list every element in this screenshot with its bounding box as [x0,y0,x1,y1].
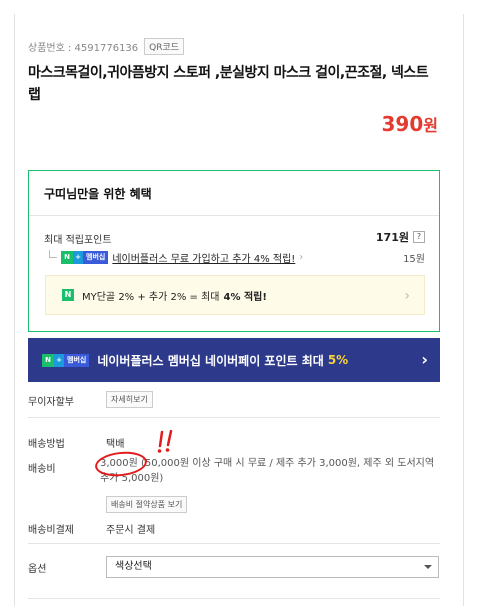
divider [28,598,440,599]
tree-elbow-icon [49,250,57,258]
help-icon[interactable]: ? [413,231,425,243]
shipping-fee-detail: 3,000원 (50,000원 이상 구매 시 무료 / 제주 추가 3,000… [100,458,435,484]
product-number: 상품번호 : 4591776136 [28,43,139,54]
price-unit: 원 [423,116,438,135]
naver-plus-membership-badge: N + 멤버십 [42,353,90,367]
shipping-method-value: 택배 [106,439,125,450]
divider [29,215,439,216]
option-select-value: 색상선택 [115,561,152,572]
installment-label: 무이자할부 [28,397,74,408]
naver-plus-row[interactable]: N + 멤버십 네이버플러스 무료 가입하고 추가 4% 적립! › 15원 [49,249,425,265]
chevron-right-icon: › [421,350,428,369]
shipping-method-label: 배송방법 [28,439,65,450]
naver-plus-points: 15원 [403,253,425,265]
plus-icon: + [54,353,64,367]
shipping-payment-label: 배송비결제 [28,525,74,536]
product-number-row: 상품번호 : 4591776136 QR코드 [28,38,185,55]
divider [28,417,440,418]
chevron-down-icon [424,565,432,569]
shipping-saving-products-button[interactable]: 배송비 절약상품 보기 [106,496,188,513]
my-regular-bold: 4% 적립! [223,291,267,303]
benefit-box: 구띠님만을 위한 혜택 최대 적립포인트 171원 ? N + 멤버십 네이버플… [28,170,440,332]
naver-plus-signup-link[interactable]: 네이버플러스 무료 가입하고 추가 4% 적립! [112,250,295,265]
banner-accent: 5% [327,353,349,367]
naver-n-icon: N [62,289,74,301]
option-label: 옵션 [28,564,47,575]
qr-code-button[interactable]: QR코드 [144,38,185,55]
naver-n-icon: N [42,353,54,367]
naver-plus-banner[interactable]: N + 멤버십 네이버플러스 멤버십 네이버페이 포인트 최대 5% › [28,338,440,382]
max-points-value-group: 171원 ? [376,229,425,245]
plus-icon: + [73,250,83,264]
chevron-right-icon: › [404,288,410,304]
my-regular-box[interactable]: N MY단골 2% + 추가 2% = 최대 4% 적립! › [45,275,425,315]
divider [28,543,440,544]
exclamation-marks-annotation [157,430,173,453]
membership-label: 멤버십 [83,250,109,264]
shipping-fee-label: 배송비 [28,464,56,475]
shipping-payment-value: 주문시 결제 [106,525,156,536]
chevron-right-icon: › [299,251,304,263]
product-title: 마스크목걸이,귀아픔방지 스토퍼 ,분실방지 마스크 걸이,끈조절, 넥스트랩 [28,65,429,103]
option-select[interactable]: 색상선택 [106,556,439,578]
naver-plus-membership-badge: N + 멤버십 [61,250,109,264]
naver-n-icon: N [61,250,73,264]
my-regular-text: MY단골 2% + 추가 2% = 최대 [82,291,220,303]
max-points-label: 최대 적립포인트 [44,235,112,246]
membership-label: 멤버십 [64,353,90,367]
max-points-value: 171원 [375,231,409,244]
banner-text: 네이버플러스 멤버십 네이버페이 포인트 최대 [97,353,324,368]
product-price: 390원 [382,112,438,136]
benefit-title: 구띠님만을 위한 혜택 [44,187,152,201]
installment-details-button[interactable]: 자세히보기 [106,391,153,408]
price-value: 390 [381,112,424,136]
